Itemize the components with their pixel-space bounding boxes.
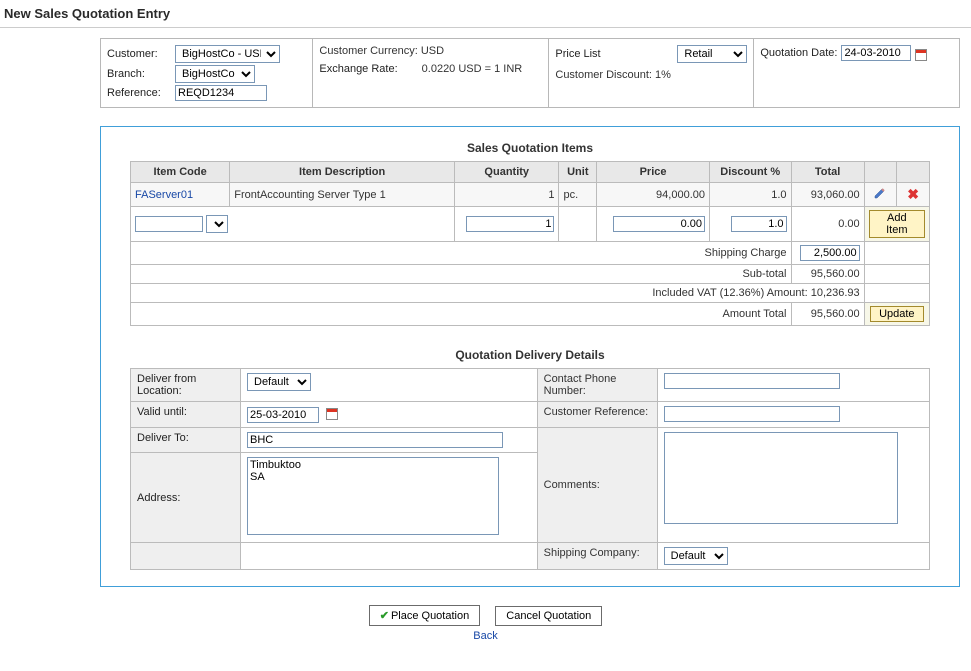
table-row: FAServer01 FrontAccounting Server Type 1… bbox=[131, 183, 930, 207]
page-title: New Sales Quotation Entry bbox=[0, 0, 971, 25]
cancel-quotation-button[interactable]: Cancel Quotation bbox=[495, 606, 602, 626]
comments-label: Comments: bbox=[537, 428, 657, 543]
shipco-select[interactable]: Default bbox=[664, 547, 728, 565]
branch-select[interactable]: BigHostCo bbox=[175, 65, 255, 83]
newitem-select[interactable] bbox=[206, 215, 228, 233]
address-textarea[interactable] bbox=[247, 457, 499, 535]
col-qty: Quantity bbox=[454, 162, 559, 183]
close-icon: ✖ bbox=[907, 186, 919, 203]
reference-label: Reference: bbox=[107, 87, 171, 99]
row-unit: pc. bbox=[559, 183, 597, 207]
newitem-unit bbox=[559, 207, 597, 242]
col-code: Item Code bbox=[131, 162, 230, 183]
pricelist-label: Price List bbox=[555, 48, 673, 60]
branch-label: Branch: bbox=[107, 68, 171, 80]
col-total: Total bbox=[791, 162, 864, 183]
vat-label: Included VAT (12.36%) Amount: 10,236.93 bbox=[131, 284, 865, 303]
phone-label: Contact Phone Number: bbox=[537, 369, 657, 402]
quotedate-input[interactable] bbox=[841, 45, 911, 61]
deliverto-input[interactable] bbox=[247, 432, 503, 448]
col-unit: Unit bbox=[559, 162, 597, 183]
check-icon: ✔ bbox=[380, 610, 389, 622]
edit-cell[interactable] bbox=[864, 183, 897, 207]
row-total: 93,060.00 bbox=[791, 183, 864, 207]
newitem-code-input[interactable] bbox=[135, 216, 203, 232]
delivery-title: Quotation Delivery Details bbox=[111, 348, 949, 362]
row-disc: 1.0 bbox=[709, 183, 791, 207]
newitem-price-input[interactable] bbox=[613, 216, 705, 232]
col-del bbox=[897, 162, 930, 183]
shipping-label: Shipping Charge bbox=[131, 242, 792, 265]
newitem-row: 0.00 Add Item bbox=[131, 207, 930, 242]
customer-select[interactable]: BigHostCo - USD bbox=[175, 45, 280, 63]
col-price: Price bbox=[597, 162, 710, 183]
address-label: Address: bbox=[131, 453, 241, 543]
exchange-value: 0.0220 USD = 1 INR bbox=[422, 63, 523, 75]
currency-label: Customer Currency: USD bbox=[319, 45, 542, 57]
valid-label: Valid until: bbox=[131, 402, 241, 428]
shipco-label: Shipping Company: bbox=[537, 543, 657, 570]
col-disc: Discount % bbox=[709, 162, 791, 183]
divider bbox=[0, 27, 971, 28]
col-edit bbox=[864, 162, 897, 183]
row-qty: 1 bbox=[454, 183, 559, 207]
update-button[interactable]: Update bbox=[870, 306, 923, 322]
calendar-icon[interactable] bbox=[915, 49, 927, 61]
add-item-button[interactable]: Add Item bbox=[869, 210, 925, 238]
col-desc: Item Description bbox=[230, 162, 455, 183]
pencil-icon bbox=[873, 186, 887, 200]
place-label: Place Quotation bbox=[391, 610, 469, 622]
row-desc: FrontAccounting Server Type 1 bbox=[230, 183, 455, 207]
customer-label: Customer: bbox=[107, 48, 171, 60]
subtotal-value: 95,560.00 bbox=[791, 265, 864, 284]
cref-input[interactable] bbox=[664, 406, 840, 422]
quotedate-label: Quotation Date: bbox=[760, 47, 837, 59]
valid-input[interactable] bbox=[247, 407, 319, 423]
customer-discount: Customer Discount: 1% bbox=[555, 69, 747, 81]
delete-cell[interactable]: ✖ bbox=[897, 183, 930, 207]
amounttotal-label: Amount Total bbox=[131, 303, 792, 326]
comments-textarea[interactable] bbox=[664, 432, 898, 524]
deliverto-label: Deliver To: bbox=[131, 428, 241, 453]
newitem-total: 0.00 bbox=[791, 207, 864, 242]
row-price: 94,000.00 bbox=[597, 183, 710, 207]
items-title: Sales Quotation Items bbox=[111, 141, 949, 155]
row-code[interactable]: FAServer01 bbox=[131, 183, 230, 207]
place-quotation-button[interactable]: ✔Place Quotation bbox=[369, 605, 481, 626]
newitem-qty-input[interactable] bbox=[466, 216, 554, 232]
reference-input[interactable] bbox=[175, 85, 267, 101]
delivery-grid: Deliver from Location: Default Contact P… bbox=[130, 368, 930, 570]
newitem-disc-input[interactable] bbox=[731, 216, 787, 232]
calendar-icon[interactable] bbox=[326, 408, 338, 420]
items-table: Item Code Item Description Quantity Unit… bbox=[130, 161, 930, 326]
amounttotal-value: 95,560.00 bbox=[791, 303, 864, 326]
deliverfrom-select[interactable]: Default bbox=[247, 373, 311, 391]
header-panel: Customer: BigHostCo - USD Branch: BigHos… bbox=[100, 38, 960, 108]
pricelist-select[interactable]: Retail bbox=[677, 45, 747, 63]
shipping-input[interactable] bbox=[800, 245, 860, 261]
subtotal-label: Sub-total bbox=[131, 265, 792, 284]
back-link[interactable]: Back bbox=[473, 630, 497, 642]
deliverfrom-label: Deliver from Location: bbox=[131, 369, 241, 402]
phone-input[interactable] bbox=[664, 373, 840, 389]
main-frame: Sales Quotation Items Item Code Item Des… bbox=[100, 126, 960, 587]
exchange-label: Exchange Rate: bbox=[319, 63, 397, 75]
cref-label: Customer Reference: bbox=[537, 402, 657, 428]
